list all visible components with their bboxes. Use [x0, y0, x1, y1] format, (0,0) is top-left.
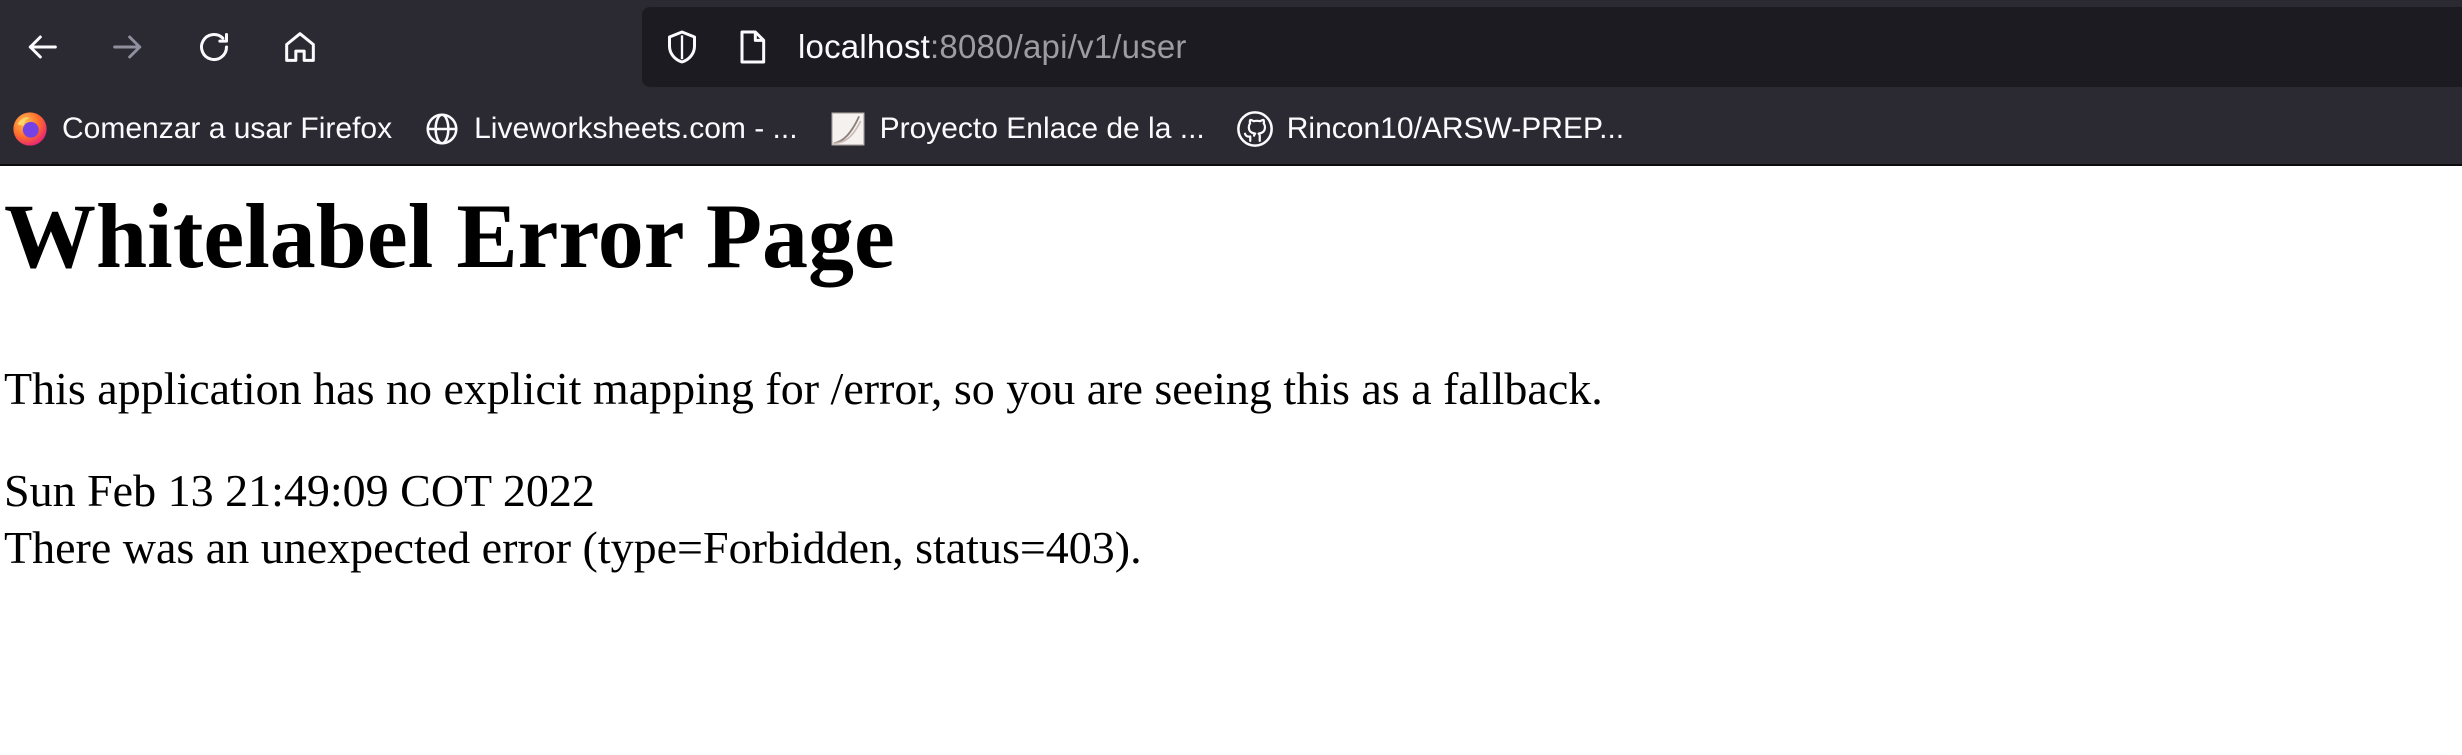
page-content: Whitelabel Error Page This application h… — [0, 168, 2462, 755]
bookmark-proyecto-enlace[interactable]: Proyecto Enlace de la ... — [828, 101, 1205, 157]
back-button[interactable] — [12, 17, 72, 77]
forward-arrow-icon — [113, 35, 142, 59]
reload-button[interactable] — [184, 17, 244, 77]
bookmark-liveworksheets[interactable]: Liveworksheets.com - ... — [422, 101, 798, 157]
error-details: There was an unexpected error (type=Forb… — [4, 522, 1142, 573]
url-path: :8080/api/v1/user — [930, 28, 1187, 65]
url-bar[interactable]: localhost:8080/api/v1/user — [642, 7, 2462, 87]
forward-button[interactable] — [98, 17, 158, 77]
home-button[interactable] — [270, 17, 330, 77]
home-icon — [285, 32, 315, 62]
shield-icon — [668, 30, 696, 64]
url-text[interactable]: localhost:8080/api/v1/user — [798, 28, 1187, 66]
document-thumbnail-icon — [828, 109, 868, 149]
tracking-protection-button[interactable] — [660, 25, 704, 69]
bookmark-label: Liveworksheets.com - ... — [474, 112, 798, 145]
page-title: Whitelabel Error Page — [4, 185, 895, 287]
url-host: localhost — [798, 28, 931, 65]
nav-buttons — [0, 17, 356, 77]
reload-icon — [200, 33, 228, 61]
github-icon — [1235, 109, 1275, 149]
error-timestamp: Sun Feb 13 21:49:09 COT 2022 — [4, 465, 595, 516]
bookmark-label: Proyecto Enlace de la ... — [879, 112, 1205, 145]
bookmark-label: Comenzar a usar Firefox — [62, 112, 393, 145]
error-description: This application has no explicit mapping… — [4, 363, 1603, 414]
bookmark-github-repo[interactable]: Rincon10/ARSW-PREP... — [1235, 101, 1624, 157]
firefox-icon — [10, 109, 50, 149]
back-arrow-icon — [28, 35, 57, 59]
site-info-button[interactable] — [730, 25, 774, 69]
page-icon — [740, 30, 766, 64]
bookmarks-bar: Comenzar a usar Firefox Liveworksheets.c… — [0, 94, 2462, 166]
bookmark-label: Rincon10/ARSW-PREP... — [1286, 112, 1625, 145]
globe-icon — [422, 109, 462, 149]
browser-toolbar: localhost:8080/api/v1/user — [0, 0, 2462, 94]
bookmark-firefox[interactable]: Comenzar a usar Firefox — [10, 101, 392, 157]
